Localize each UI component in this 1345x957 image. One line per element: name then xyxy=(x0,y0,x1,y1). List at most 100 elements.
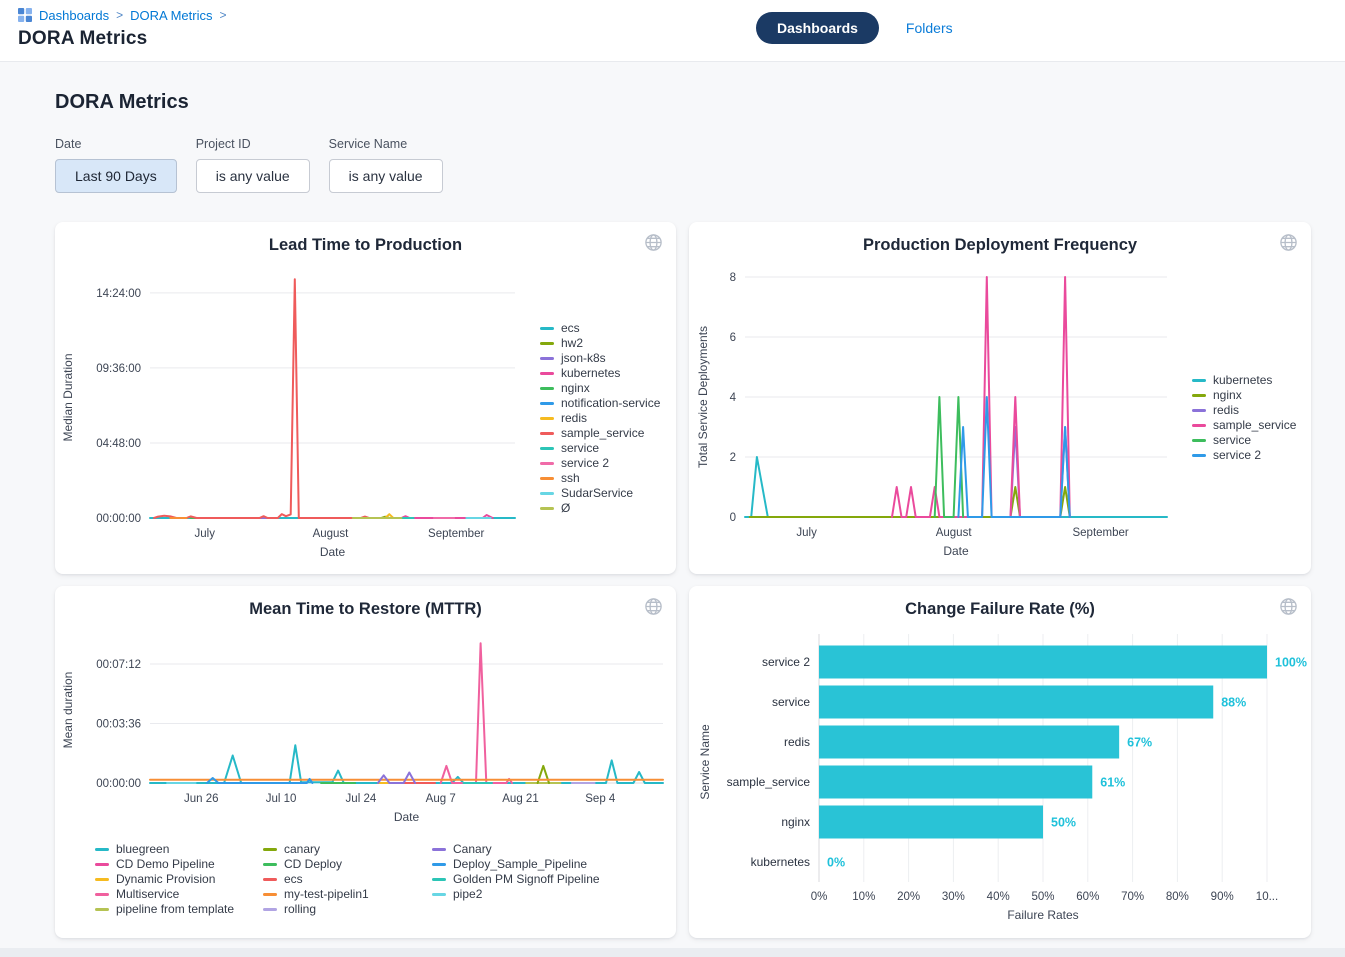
lead-time-legend: ecshw2json-k8skubernetesnginxnotificatio… xyxy=(540,321,660,516)
legend-swatch xyxy=(1192,394,1206,397)
legend-item-pipeline from template[interactable]: pipeline from template xyxy=(95,902,234,917)
globe-icon[interactable] xyxy=(1279,597,1298,616)
legend-label: service xyxy=(561,441,599,456)
axis-text: Failure Rates xyxy=(1007,908,1078,922)
legend-item-nginx[interactable]: nginx xyxy=(540,381,660,396)
axis-text: August xyxy=(936,527,973,539)
legend-item-service[interactable]: service xyxy=(1192,433,1296,448)
axis-text: Mean duration xyxy=(61,672,75,749)
dashboard-grid-icon xyxy=(18,8,32,22)
axis-text: July xyxy=(195,528,216,540)
legend-item-kubernetes[interactable]: kubernetes xyxy=(1192,373,1296,388)
legend-item-rolling[interactable]: rolling xyxy=(263,902,369,917)
axis-text: 6 xyxy=(730,332,736,344)
legend-item-ecs[interactable]: ecs xyxy=(540,321,660,336)
axis-text: service xyxy=(772,695,810,709)
bar-sample_service[interactable] xyxy=(819,766,1092,799)
legend-item-sample_service[interactable]: sample_service xyxy=(1192,418,1296,433)
legend-label: redis xyxy=(561,411,587,426)
legend-item-SudarService[interactable]: SudarService xyxy=(540,486,660,501)
legend-swatch xyxy=(95,893,109,896)
legend-item-hw2[interactable]: hw2 xyxy=(540,336,660,351)
bar-nginx[interactable] xyxy=(819,806,1043,839)
legend-item-service 2[interactable]: service 2 xyxy=(540,456,660,471)
globe-icon[interactable] xyxy=(644,233,663,252)
legend-item-CD Demo Pipeline[interactable]: CD Demo Pipeline xyxy=(95,857,234,872)
axis-text: 0% xyxy=(827,856,845,870)
top-header: Dashboards > DORA Metrics > DORA Metrics… xyxy=(0,0,1345,62)
filter-service-name-value-button[interactable]: is any value xyxy=(329,159,443,193)
axis-text: 4 xyxy=(730,392,737,404)
legend-column: bluegreenCD Demo PipelineDynamic Provisi… xyxy=(95,842,234,917)
tab-dashboards[interactable]: Dashboards xyxy=(756,12,879,44)
legend-item-pipe2[interactable]: pipe2 xyxy=(432,887,600,902)
legend-item-redis[interactable]: redis xyxy=(540,411,660,426)
axis-text: 2 xyxy=(730,452,736,464)
globe-icon[interactable] xyxy=(644,597,663,616)
axis-text: 90% xyxy=(1211,891,1234,903)
legend-swatch xyxy=(1192,424,1206,427)
legend-label: pipe2 xyxy=(453,887,482,902)
legend-item-Deploy_Sample_Pipeline[interactable]: Deploy_Sample_Pipeline xyxy=(432,857,600,872)
axis-text: Date xyxy=(320,545,346,559)
legend-item-notification-service[interactable]: notification-service xyxy=(540,396,660,411)
breadcrumb-link-dora-metrics[interactable]: DORA Metrics xyxy=(130,8,212,23)
breadcrumb-separator: > xyxy=(116,8,123,22)
axis-text: Aug 21 xyxy=(502,793,538,805)
change-failure-rate-chart: 0%10%20%30%40%50%60%70%80%90%10...Failur… xyxy=(689,586,1311,938)
filter-project-id-value-button[interactable]: is any value xyxy=(196,159,310,193)
legend-item-Dynamic Provision[interactable]: Dynamic Provision xyxy=(95,872,234,887)
legend-swatch xyxy=(263,878,277,881)
legend-swatch xyxy=(432,848,446,851)
page-bottom-strip xyxy=(0,948,1345,957)
bar-service 2[interactable] xyxy=(819,646,1267,679)
chart-card-lead-time: Lead Time to Production 00:00:0004:48:00… xyxy=(55,222,676,574)
legend-item-Multiservice[interactable]: Multiservice xyxy=(95,887,234,902)
legend-swatch xyxy=(540,447,554,450)
axis-text: Sep 4 xyxy=(585,793,616,805)
legend-item-json-k8s[interactable]: json-k8s xyxy=(540,351,660,366)
legend-item-ecs[interactable]: ecs xyxy=(263,872,369,887)
axis-text: September xyxy=(428,528,484,540)
axis-text: Jun 26 xyxy=(184,793,219,805)
legend-item-Canary[interactable]: Canary xyxy=(432,842,600,857)
legend-item-nginx[interactable]: nginx xyxy=(1192,388,1296,403)
legend-swatch xyxy=(95,908,109,911)
axis-text: 0 xyxy=(730,512,736,524)
axis-text: Median Duration xyxy=(61,353,75,441)
series-line-Canary[interactable] xyxy=(378,773,415,784)
series-line-sample_service[interactable] xyxy=(154,279,369,518)
legend-item-ssh[interactable]: ssh xyxy=(540,471,660,486)
axis-text: 30% xyxy=(942,891,965,903)
breadcrumb-link-dashboards[interactable]: Dashboards xyxy=(39,8,109,23)
legend-swatch xyxy=(540,342,554,345)
axis-text: 0% xyxy=(811,891,828,903)
filter-date-value-button[interactable]: Last 90 Days xyxy=(55,159,177,193)
tab-folders[interactable]: Folders xyxy=(906,20,953,36)
legend-item-Ø[interactable]: Ø xyxy=(540,501,660,516)
bar-redis[interactable] xyxy=(819,726,1119,759)
legend-item-service 2[interactable]: service 2 xyxy=(1192,448,1296,463)
legend-swatch xyxy=(95,863,109,866)
legend-item-redis[interactable]: redis xyxy=(1192,403,1296,418)
legend-item-service[interactable]: service xyxy=(540,441,660,456)
legend-swatch xyxy=(540,357,554,360)
axis-text: service 2 xyxy=(762,655,810,669)
axis-text: 67% xyxy=(1127,736,1152,750)
legend-swatch xyxy=(263,863,277,866)
axis-text: 04:48:00 xyxy=(96,438,141,450)
bar-service[interactable] xyxy=(819,686,1213,719)
legend-item-kubernetes[interactable]: kubernetes xyxy=(540,366,660,381)
axis-text: 00:00:00 xyxy=(96,778,141,790)
legend-swatch xyxy=(1192,379,1206,382)
legend-item-sample_service[interactable]: sample_service xyxy=(540,426,660,441)
legend-item-canary[interactable]: canary xyxy=(263,842,369,857)
legend-item-CD Deploy[interactable]: CD Deploy xyxy=(263,857,369,872)
legend-item-bluegreen[interactable]: bluegreen xyxy=(95,842,234,857)
legend-label: service 2 xyxy=(561,456,609,471)
axis-text: September xyxy=(1072,527,1128,539)
legend-item-my-test-pipelin1[interactable]: my-test-pipelin1 xyxy=(263,887,369,902)
legend-item-Golden PM Signoff Pipeline[interactable]: Golden PM Signoff Pipeline xyxy=(432,872,600,887)
globe-icon[interactable] xyxy=(1279,233,1298,252)
legend-label: notification-service xyxy=(561,396,660,411)
